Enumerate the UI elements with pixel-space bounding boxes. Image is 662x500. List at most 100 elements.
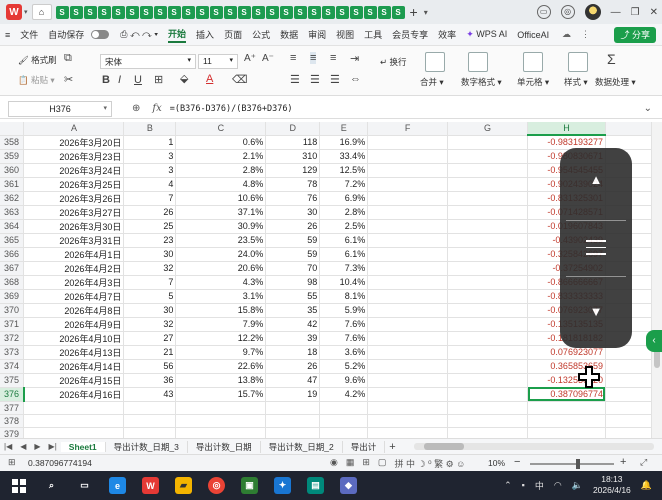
cell-e[interactable]: 7.3% [319, 261, 369, 276]
cell-c[interactable]: 9.7% [175, 345, 267, 360]
cell-c[interactable] [175, 414, 267, 428]
cell-f[interactable] [367, 427, 449, 438]
ime-icon[interactable]: 拼 中 ☽ ⁰ 繁 ⚙ ☺ [394, 457, 465, 470]
restore-icon[interactable]: ▭ [536, 5, 551, 19]
cell-h[interactable]: 0.387096774 [527, 387, 606, 402]
align-bottom-icon[interactable]: ≡ [330, 52, 336, 64]
sum-icon[interactable]: Σ [607, 51, 616, 67]
task-view-icon[interactable]: ▭ [76, 477, 93, 494]
row-header[interactable]: 363 [0, 205, 25, 220]
align-left-icon[interactable]: ☰ [290, 73, 300, 86]
cell-b[interactable]: 1 [123, 135, 177, 150]
underline-icon[interactable]: U [134, 74, 142, 86]
cell-e[interactable]: 6.1% [319, 233, 369, 248]
cell-g[interactable] [447, 275, 529, 290]
cell-d[interactable] [265, 401, 321, 415]
cell-button[interactable]: 单元格 ▾ [517, 76, 549, 88]
cell-b[interactable]: 30 [123, 303, 177, 318]
cell-f[interactable] [367, 233, 449, 248]
cell-g[interactable] [447, 135, 529, 150]
menu-insert[interactable]: 插入 [196, 28, 214, 41]
row-header[interactable]: 362 [0, 191, 25, 206]
italic-icon[interactable]: I [118, 74, 121, 86]
column-header-g[interactable]: G [447, 122, 529, 136]
cell-c[interactable]: 15.8% [175, 303, 267, 318]
cell-a[interactable]: 2026年3月31日 [23, 233, 125, 248]
cell-b[interactable]: 25 [123, 219, 177, 234]
menu-tools[interactable]: 工具 [364, 28, 382, 41]
first-sheet-icon[interactable]: |◀ [4, 442, 12, 451]
cell-a[interactable]: 2026年4月7日 [23, 289, 125, 304]
cell-blank[interactable] [605, 373, 652, 388]
cell-g[interactable] [447, 205, 529, 220]
cell-a[interactable]: 2026年3月30日 [23, 219, 125, 234]
new-tab-button[interactable]: + [410, 4, 418, 20]
cell-g[interactable] [447, 289, 529, 304]
maximize-button[interactable]: ❐ [631, 7, 640, 18]
menu-view[interactable]: 视图 [336, 28, 354, 41]
select-all-corner[interactable] [0, 122, 25, 136]
cell-e[interactable]: 5.9% [319, 303, 369, 318]
align-top-icon[interactable]: ≡ [290, 52, 296, 64]
zoom-out-icon[interactable]: − [514, 456, 520, 468]
cut-icon[interactable]: ✂ [64, 73, 73, 86]
menu-page[interactable]: 页面 [224, 28, 242, 41]
chevron-up-icon[interactable]: ⌃ [504, 480, 512, 491]
scroll-down-icon[interactable]: ▼ [560, 304, 632, 319]
cell-d[interactable]: 55 [265, 289, 321, 304]
menu-file[interactable]: 文件 [20, 28, 38, 41]
settings-icon[interactable]: ◎ [560, 5, 575, 19]
cell-d[interactable]: 129 [265, 163, 321, 178]
cell-d[interactable]: 59 [265, 247, 321, 262]
cell-a[interactable]: 2026年4月8日 [23, 303, 125, 318]
cell-g[interactable] [447, 261, 529, 276]
cell-d[interactable]: 39 [265, 331, 321, 346]
cell-c[interactable]: 7.9% [175, 317, 267, 332]
document-tab[interactable]: S [153, 5, 167, 19]
cell-a[interactable]: 2026年4月1日 [23, 247, 125, 262]
cell-c[interactable]: 0.6% [175, 135, 267, 150]
cell-d[interactable]: 78 [265, 177, 321, 192]
cell-d[interactable]: 47 [265, 373, 321, 388]
column-header-d[interactable]: D [265, 122, 321, 136]
app-icon[interactable]: ▣ [241, 477, 258, 494]
cell-f[interactable] [367, 149, 449, 164]
row-header[interactable]: 376 [0, 387, 25, 402]
formula-input[interactable]: =(B376-D376)/(B376+D376) [170, 104, 293, 114]
document-tab[interactable]: S [391, 5, 405, 19]
cell-e[interactable]: 5.2% [319, 359, 369, 374]
wps-icon[interactable]: W [142, 477, 159, 494]
sheet-tab-1[interactable]: Sheet1 [60, 441, 106, 452]
cell-d[interactable] [265, 414, 321, 428]
cell-b[interactable]: 3 [123, 149, 177, 164]
cell-g[interactable] [447, 219, 529, 234]
cell-d[interactable]: 18 [265, 345, 321, 360]
cell-icon[interactable] [523, 52, 543, 72]
cell-a[interactable]: 2026年3月23日 [23, 149, 125, 164]
cell-a[interactable]: 2026年4月15日 [23, 373, 125, 388]
menu-formula[interactable]: 公式 [252, 28, 270, 41]
cell-g[interactable] [447, 427, 529, 438]
cell-c[interactable]: 12.2% [175, 331, 267, 346]
cell-e[interactable]: 7.6% [319, 317, 369, 332]
cell-f[interactable] [367, 289, 449, 304]
cell-c[interactable]: 37.1% [175, 205, 267, 220]
cell-h[interactable]: -0.983193277 [527, 135, 606, 150]
cell-f[interactable] [367, 191, 449, 206]
cell-a[interactable]: 2026年3月26日 [23, 191, 125, 206]
cell-c[interactable]: 13.8% [175, 373, 267, 388]
row-header[interactable]: 368 [0, 275, 25, 290]
cell-a[interactable]: 2026年3月20日 [23, 135, 125, 150]
cell-b[interactable]: 32 [123, 261, 177, 276]
cell-e[interactable]: 2.5% [319, 219, 369, 234]
side-panel-toggle-icon[interactable]: ‹ [646, 330, 662, 352]
close-button[interactable]: ✕ [650, 7, 658, 18]
cell-e[interactable]: 33.4% [319, 149, 369, 164]
cell-b[interactable]: 23 [123, 233, 177, 248]
font-color-icon[interactable]: A [206, 73, 213, 85]
font-grow-icon[interactable]: A⁺ [244, 53, 256, 64]
document-tab[interactable]: S [195, 5, 209, 19]
app-icon[interactable]: ▤ [307, 477, 324, 494]
align-middle-icon[interactable]: ≡ [310, 52, 317, 64]
zoom-in-icon[interactable]: + [620, 456, 626, 468]
